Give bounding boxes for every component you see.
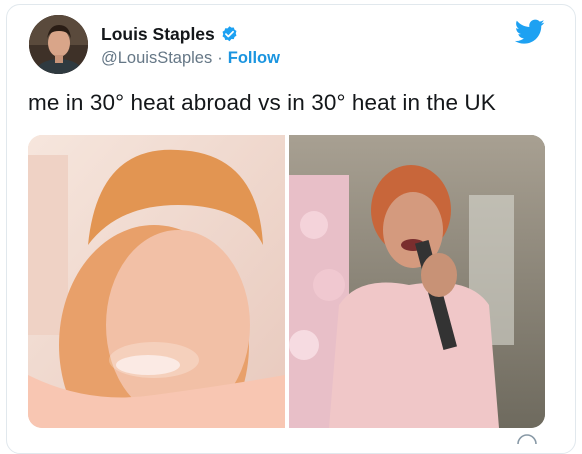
author-name[interactable]: Louis Staples: [101, 24, 215, 45]
verified-badge-icon: [222, 26, 237, 42]
media-photo-right[interactable]: [289, 135, 545, 428]
info-icon[interactable]: [515, 434, 539, 444]
follow-button[interactable]: Follow: [228, 49, 280, 67]
woman-portrait-image: [28, 135, 285, 428]
tweet-media[interactable]: [28, 135, 545, 428]
author-avatar[interactable]: [29, 15, 88, 74]
media-photo-left[interactable]: [28, 135, 285, 428]
separator-dot: ·: [217, 49, 223, 67]
tweet-text: me in 30° heat abroad vs in 30° heat in …: [28, 90, 496, 115]
woman-with-microphone-image: [289, 135, 545, 428]
author-handle[interactable]: @LouisStaples: [101, 49, 212, 67]
avatar-photo: [29, 15, 88, 74]
twitter-bird-icon[interactable]: [515, 19, 545, 45]
